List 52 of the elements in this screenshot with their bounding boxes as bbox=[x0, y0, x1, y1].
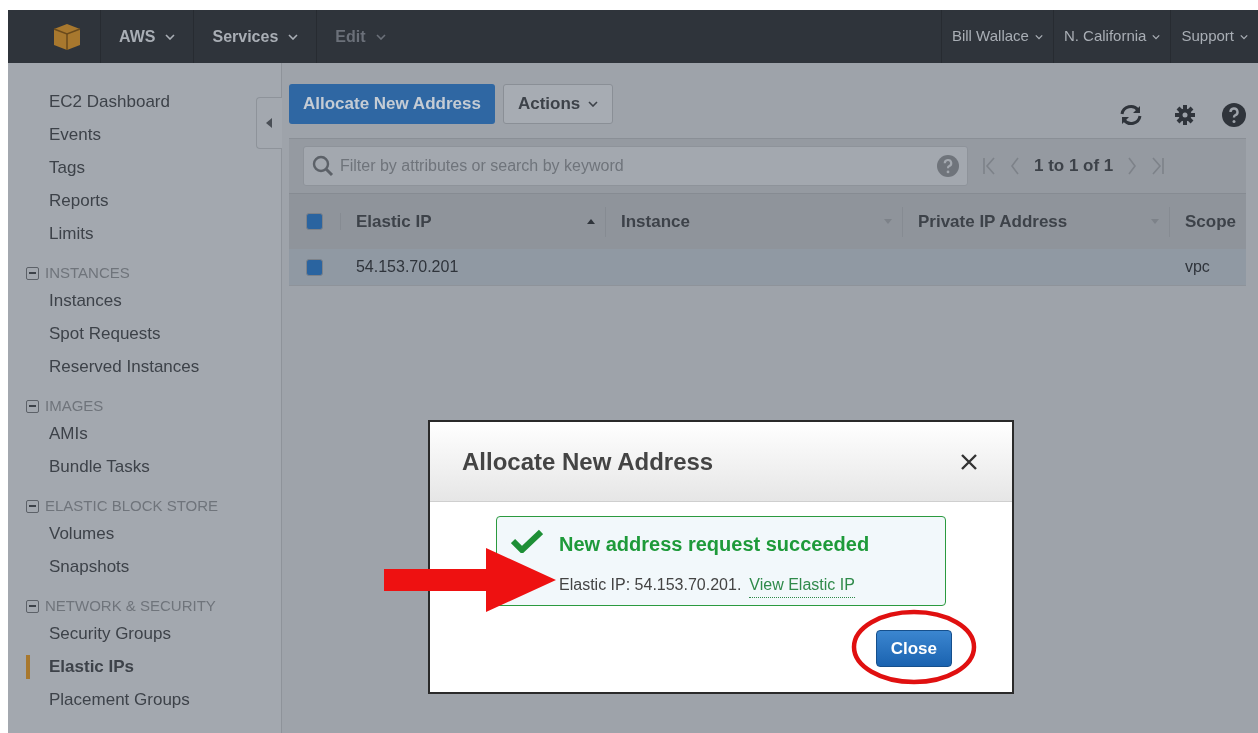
settings-icon[interactable] bbox=[1174, 103, 1196, 126]
caret-icon bbox=[588, 100, 599, 107]
refresh-icon[interactable] bbox=[1118, 103, 1144, 126]
collapse-icon[interactable] bbox=[26, 266, 39, 280]
dialog-title: Allocate New Address bbox=[462, 446, 714, 477]
search-icon bbox=[311, 155, 334, 177]
success-heading: New address request succeeded bbox=[559, 532, 870, 557]
sidebar-item[interactable]: Tags bbox=[49, 154, 85, 181]
collapse-icon[interactable] bbox=[26, 399, 39, 413]
table-row[interactable]: 54.153.70.201 vpc bbox=[288, 249, 1246, 286]
sidebar-item[interactable]: Volumes bbox=[49, 520, 115, 547]
caret-icon bbox=[1240, 33, 1248, 40]
allocate-new-address-button[interactable]: Allocate New Address bbox=[288, 83, 495, 124]
caret-icon bbox=[375, 33, 386, 40]
column-header[interactable]: Elastic IP bbox=[355, 208, 432, 235]
sidebar-item[interactable]: Snapshots bbox=[49, 553, 130, 580]
sidebar-item[interactable]: Events bbox=[49, 121, 101, 148]
pagination-text: 1 to 1 of 1 bbox=[1033, 155, 1114, 178]
sidebar-item[interactable]: Spot Requests bbox=[49, 320, 161, 347]
column-header[interactable]: Instance bbox=[620, 208, 690, 235]
column-header[interactable]: Scope bbox=[1184, 208, 1236, 235]
success-text: Elastic IP: 54.153.70.201. bbox=[559, 575, 742, 595]
caret-icon bbox=[1152, 33, 1161, 40]
collapse-icon[interactable] bbox=[26, 599, 39, 613]
table-cell: 54.153.70.201 bbox=[355, 258, 459, 275]
sidebar-item[interactable]: Limits bbox=[49, 220, 94, 247]
checkmark-icon bbox=[511, 529, 543, 553]
sidebar-item[interactable]: Elastic IPs bbox=[49, 653, 135, 680]
table-cell: vpc bbox=[1184, 258, 1210, 275]
sidebar-item[interactable]: EC2 Dashboard bbox=[49, 88, 170, 115]
checkbox[interactable] bbox=[306, 258, 324, 276]
sidebar-item[interactable]: Instances bbox=[49, 287, 122, 314]
sidebar-item[interactable]: AMIs bbox=[49, 420, 88, 447]
caret-icon bbox=[165, 33, 176, 40]
caret-icon bbox=[1034, 33, 1043, 40]
sidebar-item[interactable]: Reports bbox=[49, 187, 109, 214]
view-elastic-ip-link[interactable]: View Elastic IP bbox=[749, 573, 855, 598]
sidebar-item[interactable]: Security Groups bbox=[49, 620, 171, 647]
sidebar-item[interactable]: Placement Groups bbox=[49, 686, 190, 713]
sidebar-item[interactable]: Bundle Tasks bbox=[49, 453, 150, 480]
close-button[interactable]: Close bbox=[875, 630, 952, 667]
sort-ascending-icon bbox=[586, 219, 595, 224]
column-header[interactable]: Private IP Address bbox=[917, 208, 1068, 235]
caret-icon bbox=[288, 33, 299, 40]
collapse-icon[interactable] bbox=[26, 499, 39, 513]
arrow-left-icon bbox=[266, 118, 273, 128]
help-icon[interactable] bbox=[1222, 102, 1246, 127]
actions-button[interactable]: Actions bbox=[502, 83, 614, 124]
checkbox[interactable] bbox=[305, 213, 323, 230]
cube-logo-icon bbox=[52, 22, 82, 51]
sidebar-item[interactable]: Reserved Instances bbox=[49, 353, 200, 380]
close-icon[interactable] bbox=[960, 452, 978, 471]
